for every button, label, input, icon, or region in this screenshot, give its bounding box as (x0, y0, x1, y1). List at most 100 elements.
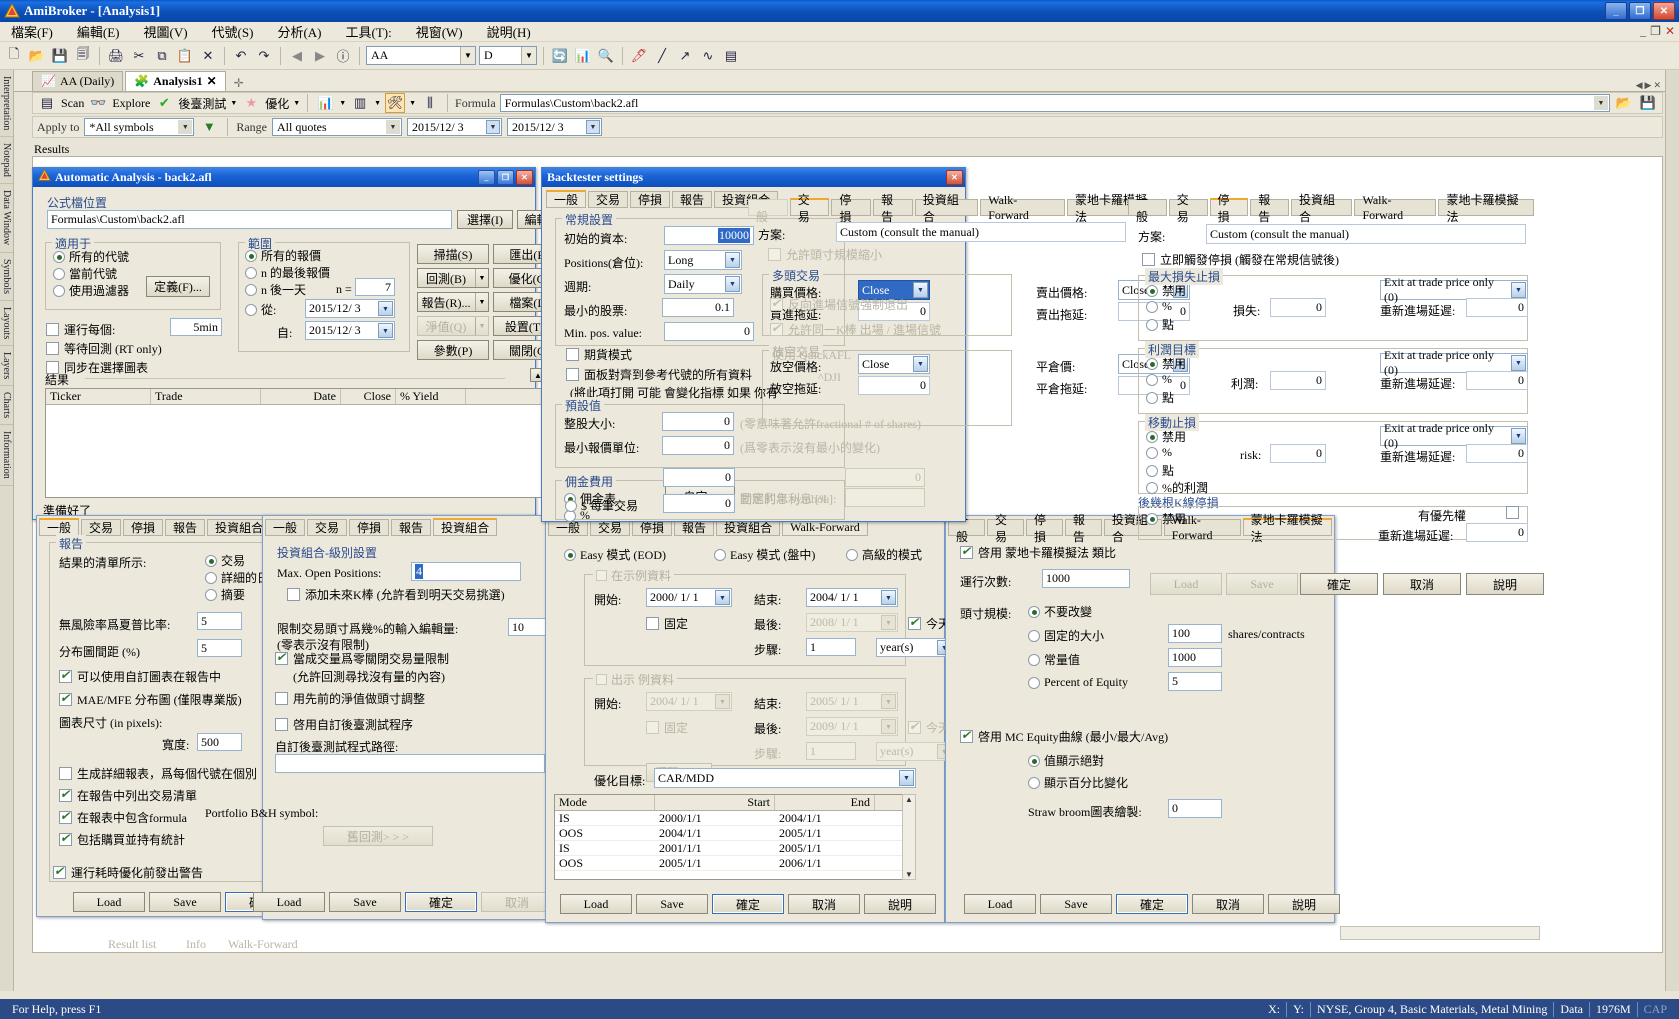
mdi-minimize-icon[interactable]: _ (1640, 24, 1646, 39)
explore-button[interactable]: Explore (112, 96, 150, 111)
range-combo[interactable]: All quotes ▼ (272, 118, 402, 136)
aa-col-date[interactable]: Date (261, 389, 341, 404)
aa-backtest-button[interactable]: 回測(B) ▼ (417, 268, 489, 288)
portfolio-limit-input[interactable]: 10 (508, 618, 548, 636)
portfolio-cancel-button[interactable]: 取消 (481, 892, 553, 912)
tab-report-s[interactable]: 報告 (1250, 193, 1289, 224)
redo-icon[interactable]: ↷ (254, 46, 274, 66)
chevron-down-icon-w2[interactable]: ▼ (881, 590, 896, 605)
chevron-down-icon-s1[interactable]: ▼ (1511, 282, 1526, 298)
menu-window[interactable]: 視窗(W) (413, 21, 466, 42)
wf-cancel-button[interactable]: 取消 (788, 894, 860, 914)
aa-radio-current-symbol[interactable]: 當前代號 (53, 265, 117, 282)
commission-per-trade-input[interactable]: 0 (663, 494, 735, 513)
aa-select-button[interactable]: 選擇(I) (457, 210, 513, 229)
portfolio-check-future-bars[interactable]: 添加未來K棒 (允許看到明天交易挑選) (287, 586, 505, 603)
chevron-down-icon-date2[interactable]: ▼ (586, 120, 600, 134)
chevron-down-icon-2[interactable]: ▼ (521, 47, 536, 64)
stops-profit-radio-disabled[interactable]: 禁用 (1146, 355, 1186, 372)
report-check-list-trades[interactable]: 在報告中列出交易清單 (59, 787, 197, 804)
wf-oos-anchored-check[interactable]: 固定 (646, 719, 688, 736)
tab-report-t[interactable]: 報告 (873, 193, 913, 224)
trade-allow-shrink-check[interactable]: 允許頭寸規模縮小 (768, 246, 882, 263)
table-row[interactable]: IS 2000/1/1 2004/1/1 (555, 811, 915, 826)
maximize-button[interactable]: ❐ (1629, 2, 1651, 20)
stops-scheme-combo[interactable]: Custom (consult the manual) (1206, 224, 1526, 244)
copy-icon[interactable]: ⧉ (152, 46, 172, 66)
trade-shortdelay-input[interactable]: 0 (858, 376, 930, 395)
range-date-from[interactable]: 2015/12/ 3 ▼ (407, 118, 502, 136)
tab-trade-p[interactable]: 交易 (307, 519, 348, 536)
tab-close-icon[interactable]: ✕ (1653, 80, 1661, 91)
report-riskfree-input[interactable]: 5 (197, 612, 242, 630)
save-formula-icon[interactable]: 💾 (1638, 93, 1658, 113)
delete-icon[interactable]: ✕ (198, 46, 218, 66)
stops-profit-radio-point[interactable]: 點 (1146, 389, 1174, 406)
mc-radio-constant[interactable]: 常量值 (1028, 651, 1080, 668)
mc-cancel-button[interactable]: 取消 (1192, 894, 1264, 914)
tab-trade-s[interactable]: 交易 (1168, 193, 1208, 224)
tab-report[interactable]: 報告 (672, 191, 713, 208)
chevron-down-icon-w9[interactable]: ▼ (899, 770, 914, 786)
tab-report-p[interactable]: 報告 (391, 519, 432, 536)
aa-equity-button[interactable]: 淨值(Q) ▼ (417, 316, 489, 336)
aa-date-to[interactable]: 2015/12/ 3 ▼ (305, 321, 395, 340)
chevron-down-icon-aa1[interactable]: ▼ (378, 301, 393, 316)
settings-icon[interactable]: 🛠 (385, 93, 406, 113)
info-icon[interactable]: ⓘ (333, 46, 353, 66)
aa-minimize-button[interactable]: _ (478, 170, 495, 185)
tab-mc-s[interactable]: 蒙地卡羅模擬法 (1438, 193, 1535, 224)
report-check-buyhold[interactable]: 包括購買並持有統計 (59, 831, 185, 848)
chevron-down-icon-aa2[interactable]: ▼ (378, 323, 393, 338)
trend-tool-icon[interactable]: ↗ (675, 46, 695, 66)
vtab-layouts[interactable]: Layouts (0, 301, 13, 346)
tab-stops-r[interactable]: 停損 (123, 519, 164, 536)
general-futures-check[interactable]: 期貨模式 (566, 346, 632, 363)
report-radio-summary[interactable]: 摘要 (205, 586, 245, 603)
open-icon[interactable]: 📂 (27, 46, 47, 66)
aa-date-from[interactable]: 2015/12/ 3 ▼ (305, 299, 395, 318)
scroll-down-icon[interactable]: ▼ (905, 870, 913, 879)
tab-general-p[interactable]: 一般 (265, 519, 306, 536)
report-save-button[interactable]: Save (149, 892, 221, 912)
tab-trade[interactable]: 交易 (588, 191, 629, 208)
mdi-close-icon[interactable]: ✕ (1665, 24, 1675, 39)
report-dropdown-icon[interactable]: ▼ (339, 99, 346, 107)
refresh-icon[interactable]: 🔄 (550, 46, 570, 66)
aa-params-button[interactable]: 參數(P) (417, 340, 489, 360)
general-minpos-input[interactable]: 0 (664, 322, 754, 341)
portfolio-save-button[interactable]: Save (329, 892, 401, 912)
portfolio-check-custom-bt[interactable]: 啓用自訂後臺測試程序 (275, 716, 413, 733)
chevron-down-icon-w5[interactable]: ▼ (715, 694, 730, 709)
aa-col-trade[interactable]: Trade (151, 389, 261, 404)
tab-portfolio-p[interactable]: 投資組合 (433, 518, 498, 536)
aa-radio-last-n[interactable]: n 的最後報價 (245, 264, 330, 281)
general-capital-input[interactable]: 10000 (664, 226, 754, 245)
wf-table-scrollbar[interactable]: ▲ ▼ (902, 794, 916, 880)
wf-is-step-input[interactable]: 1 (806, 638, 856, 656)
report-load-button[interactable]: Load (73, 892, 145, 912)
symbol-combo[interactable]: AA ▼ (366, 46, 476, 65)
bt-main-save-button[interactable]: Save (1226, 573, 1298, 595)
aa-interval-input[interactable]: 5min (170, 318, 222, 336)
chevron-down-icon-g2[interactable]: ▼ (725, 276, 740, 292)
chevron-down-icon-range[interactable]: ▼ (386, 120, 400, 134)
commission-radio-per-trade[interactable]: $ 每筆交易 (565, 497, 638, 514)
bt-close-button[interactable]: ✕ (946, 170, 963, 185)
mc-runs-input[interactable]: 1000 (1042, 569, 1130, 588)
vtab-notepad[interactable]: Notepad (0, 137, 13, 185)
walk-forward-tab[interactable]: Walk-Forward (228, 937, 298, 952)
mc-enable-check[interactable]: 啓用 蒙地卡羅模擬法 類比 (960, 544, 1116, 561)
report-radio-trades[interactable]: 交易 (205, 552, 245, 569)
forward-icon[interactable]: ▶ (310, 46, 330, 66)
trade-shortprice-combo[interactable]: Close ▼ (858, 354, 930, 374)
wf-oos-step-input[interactable]: 1 (806, 742, 856, 760)
line-tool-icon[interactable]: ╱ (652, 46, 672, 66)
palette-icon[interactable]: 🖊 (629, 46, 649, 66)
report-check-include-formula[interactable]: 在報表中包含formula (59, 809, 187, 826)
mc-fixed-size-input[interactable]: 100 (1168, 624, 1222, 643)
undo-icon[interactable]: ↶ (231, 46, 251, 66)
curve-tool-icon[interactable]: ∿ (698, 46, 718, 66)
result-list-tab[interactable]: Result list (108, 937, 156, 952)
wf-col-end[interactable]: End (775, 795, 875, 810)
